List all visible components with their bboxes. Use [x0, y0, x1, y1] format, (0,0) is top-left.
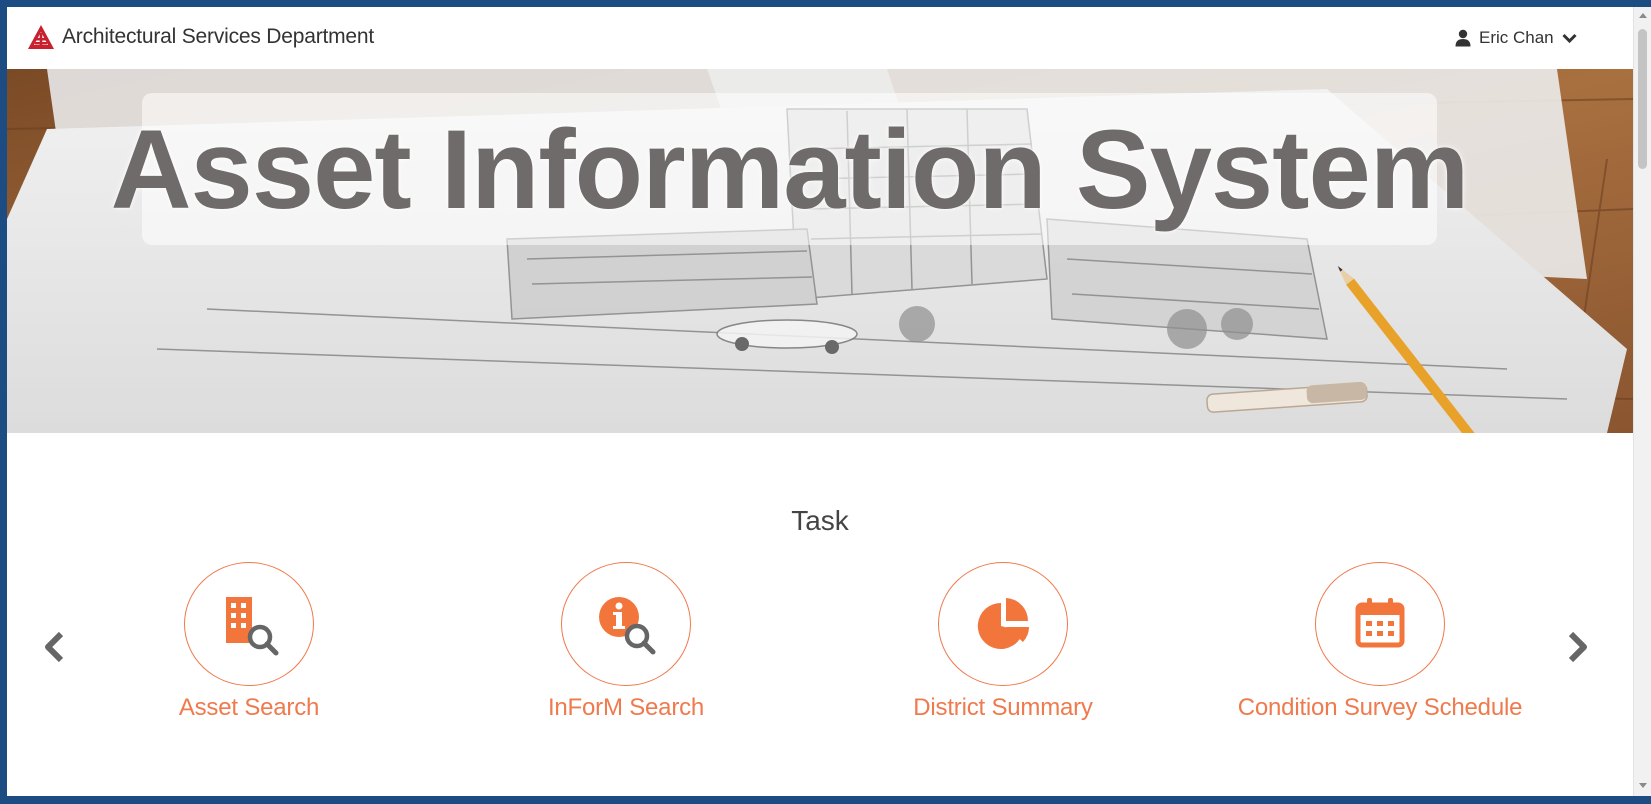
carousel-next-button[interactable]: [1561, 627, 1595, 667]
browser-viewport: Architectural Services Department Eric C…: [7, 7, 1633, 796]
pie-chart-icon: [977, 598, 1029, 649]
hero-title: Asset Information System: [110, 106, 1470, 232]
task-asset-search[interactable]: Asset Search: [119, 562, 379, 722]
task-icon-circle: [184, 562, 314, 686]
task-icon-circle: [1315, 562, 1445, 686]
calendar-icon: [1355, 598, 1405, 648]
scroll-up-arrow-icon[interactable]: [1639, 13, 1647, 18]
carousel-prev-button[interactable]: [37, 627, 71, 667]
task-label: Asset Search: [178, 694, 320, 721]
task-heading: Task: [791, 505, 849, 536]
task-icon-circle: [938, 562, 1068, 686]
top-navbar: Architectural Services Department Eric C…: [7, 7, 1633, 70]
task-label: District Summary: [913, 694, 1093, 721]
window-frame-bottom: [0, 796, 1651, 804]
chevron-right-icon: [1568, 631, 1587, 663]
task-label: Condition Survey Schedule: [1237, 694, 1523, 721]
user-icon: [1455, 29, 1471, 47]
brand-link[interactable]: Architectural Services Department: [27, 24, 374, 50]
task-condition-survey-schedule[interactable]: Condition Survey Schedule: [1238, 562, 1522, 722]
info-search-icon: [599, 597, 656, 655]
building-search-icon: [226, 597, 279, 656]
task-icon-circle: [561, 562, 691, 686]
hero-title-panel: Asset Information System: [111, 93, 1469, 245]
user-name: Eric Chan: [1479, 28, 1554, 47]
brand-name: Architectural Services Department: [62, 25, 375, 48]
hero-banner: Asset Information System: [7, 69, 1633, 433]
asd-logo-icon: [28, 25, 54, 49]
chevron-left-icon: [45, 631, 64, 663]
user-menu-dropdown[interactable]: Eric Chan: [1455, 26, 1577, 50]
task-label: InForM Search: [547, 694, 705, 721]
chevron-down-icon: [1562, 33, 1577, 44]
task-inform-search[interactable]: InForM Search: [496, 562, 756, 722]
task-district-summary[interactable]: District Summary: [873, 562, 1133, 722]
vertical-scrollbar[interactable]: [1633, 7, 1651, 796]
scrollbar-thumb[interactable]: [1638, 29, 1647, 169]
window-frame-left: [0, 0, 7, 804]
window-frame-top: [0, 0, 1651, 7]
scroll-down-arrow-icon[interactable]: [1639, 783, 1647, 788]
